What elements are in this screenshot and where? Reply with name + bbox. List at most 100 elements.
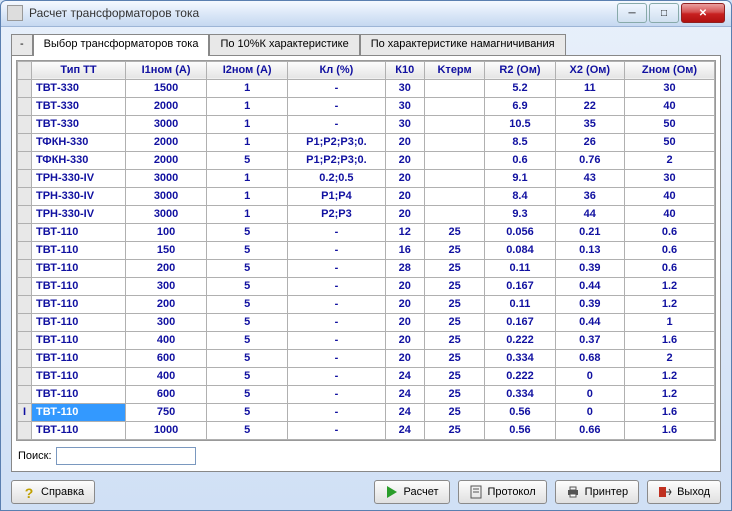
tab-magnetization[interactable]: По характеристике намагничивания	[360, 34, 566, 56]
cell-kterm[interactable]	[424, 169, 485, 187]
cell-k10[interactable]: 20	[385, 349, 424, 367]
cell-i2[interactable]: 5	[207, 277, 288, 295]
cell-kterm[interactable]: 25	[424, 259, 485, 277]
cell-z[interactable]: 2	[625, 349, 715, 367]
cell-r2[interactable]: 0.167	[485, 313, 555, 331]
cell-type[interactable]: ТРН-330-IV	[32, 205, 126, 223]
exit-button[interactable]: Выход	[647, 480, 721, 504]
col-type[interactable]: Тип ТТ	[32, 61, 126, 79]
cell-i2[interactable]: 5	[207, 151, 288, 169]
tab-select-transformers[interactable]: Выбор трансформаторов тока	[33, 34, 210, 56]
cell-k10[interactable]: 24	[385, 385, 424, 403]
cell-kl[interactable]: Р1;Р2;Р3;0.	[288, 151, 385, 169]
cell-type[interactable]: ТВТ-330	[32, 97, 126, 115]
cell-r2[interactable]: 0.11	[485, 295, 555, 313]
cell-i1[interactable]: 100	[126, 223, 207, 241]
cell-type[interactable]: ТВТ-110	[32, 349, 126, 367]
cell-kterm[interactable]	[424, 133, 485, 151]
cell-z[interactable]: 30	[625, 169, 715, 187]
cell-i2[interactable]: 1	[207, 97, 288, 115]
col-k10[interactable]: К10	[385, 61, 424, 79]
table-row[interactable]: ТВТ-1103005-20250.1670.441.2	[18, 277, 715, 295]
cell-kl[interactable]: -	[288, 367, 385, 385]
cell-i2[interactable]: 1	[207, 205, 288, 223]
cell-i1[interactable]: 3000	[126, 205, 207, 223]
cell-kl[interactable]: -	[288, 313, 385, 331]
cell-type[interactable]: ТВТ-110	[32, 385, 126, 403]
cell-kl[interactable]: -	[288, 223, 385, 241]
table-row[interactable]: ТРН-330-IV300010.2;0.5209.14330	[18, 169, 715, 187]
cell-kl[interactable]: -	[288, 97, 385, 115]
cell-r2[interactable]: 0.56	[485, 403, 555, 421]
cell-k10[interactable]: 20	[385, 133, 424, 151]
table-row[interactable]: ТВТ-33020001-306.92240	[18, 97, 715, 115]
printer-button[interactable]: Принтер	[555, 480, 639, 504]
cell-x2[interactable]: 0.76	[555, 151, 624, 169]
cell-i1[interactable]: 300	[126, 313, 207, 331]
cell-kterm[interactable]: 25	[424, 277, 485, 295]
cell-z[interactable]: 50	[625, 115, 715, 133]
cell-i2[interactable]: 5	[207, 241, 288, 259]
col-i2[interactable]: I2ном (А)	[207, 61, 288, 79]
table-row[interactable]: ТВТ-1103005-20250.1670.441	[18, 313, 715, 331]
cell-type[interactable]: ТРН-330-IV	[32, 169, 126, 187]
cell-i1[interactable]: 3000	[126, 187, 207, 205]
cell-i1[interactable]: 2000	[126, 133, 207, 151]
cell-x2[interactable]: 26	[555, 133, 624, 151]
col-kl[interactable]: Кл (%)	[288, 61, 385, 79]
cell-kterm[interactable]: 25	[424, 349, 485, 367]
cell-r2[interactable]: 0.222	[485, 367, 555, 385]
cell-i2[interactable]: 5	[207, 403, 288, 421]
cell-type[interactable]: ТВТ-110	[32, 421, 126, 439]
cell-type[interactable]: ТВТ-110	[32, 295, 126, 313]
cell-i2[interactable]: 5	[207, 295, 288, 313]
cell-k10[interactable]: 16	[385, 241, 424, 259]
cell-i1[interactable]: 1500	[126, 79, 207, 97]
cell-k10[interactable]: 20	[385, 187, 424, 205]
protocol-button[interactable]: Протокол	[458, 480, 547, 504]
cell-i2[interactable]: 5	[207, 313, 288, 331]
cell-x2[interactable]: 0.66	[555, 421, 624, 439]
cell-i2[interactable]: 5	[207, 367, 288, 385]
cell-kterm[interactable]: 25	[424, 313, 485, 331]
table-row[interactable]: ТВТ-1102005-20250.110.391.2	[18, 295, 715, 313]
cell-i2[interactable]: 1	[207, 79, 288, 97]
cell-kterm[interactable]: 25	[424, 403, 485, 421]
col-i1[interactable]: I1ном (А)	[126, 61, 207, 79]
cell-kl[interactable]: -	[288, 277, 385, 295]
help-button[interactable]: ? Справка	[11, 480, 95, 504]
cell-i1[interactable]: 200	[126, 259, 207, 277]
table-row[interactable]: ТВТ-1101005-12250.0560.210.6	[18, 223, 715, 241]
cell-r2[interactable]: 0.56	[485, 421, 555, 439]
cell-r2[interactable]: 0.056	[485, 223, 555, 241]
cell-kl[interactable]: -	[288, 421, 385, 439]
cell-x2[interactable]: 0.37	[555, 331, 624, 349]
cell-r2[interactable]: 5.2	[485, 79, 555, 97]
cell-r2[interactable]: 0.222	[485, 331, 555, 349]
cell-kl[interactable]: -	[288, 385, 385, 403]
cell-r2[interactable]: 9.3	[485, 205, 555, 223]
cell-r2[interactable]: 0.334	[485, 349, 555, 367]
cell-kterm[interactable]	[424, 205, 485, 223]
titlebar[interactable]: Расчет трансформаторов тока ─ □ ✕	[1, 1, 731, 27]
cell-x2[interactable]: 0	[555, 385, 624, 403]
cell-i2[interactable]: 5	[207, 259, 288, 277]
col-x2[interactable]: X2 (Ом)	[555, 61, 624, 79]
cell-x2[interactable]: 44	[555, 205, 624, 223]
cell-z[interactable]: 1.6	[625, 403, 715, 421]
cell-x2[interactable]: 0.39	[555, 295, 624, 313]
cell-k10[interactable]: 20	[385, 205, 424, 223]
cell-i1[interactable]: 600	[126, 349, 207, 367]
cell-i2[interactable]: 1	[207, 115, 288, 133]
cell-z[interactable]: 0.6	[625, 223, 715, 241]
cell-kterm[interactable]	[424, 115, 485, 133]
calc-button[interactable]: Расчет	[374, 480, 450, 504]
cell-x2[interactable]: 35	[555, 115, 624, 133]
table-row[interactable]: IТВТ-1107505-24250.5601.6	[18, 403, 715, 421]
cell-k10[interactable]: 20	[385, 295, 424, 313]
cell-k10[interactable]: 24	[385, 403, 424, 421]
cell-z[interactable]: 50	[625, 133, 715, 151]
cell-z[interactable]: 1.2	[625, 385, 715, 403]
table-row[interactable]: ТРН-330-IV30001Р2;Р3209.34440	[18, 205, 715, 223]
table-row[interactable]: ТФКН-33020001Р1;Р2;Р3;0.208.52650	[18, 133, 715, 151]
